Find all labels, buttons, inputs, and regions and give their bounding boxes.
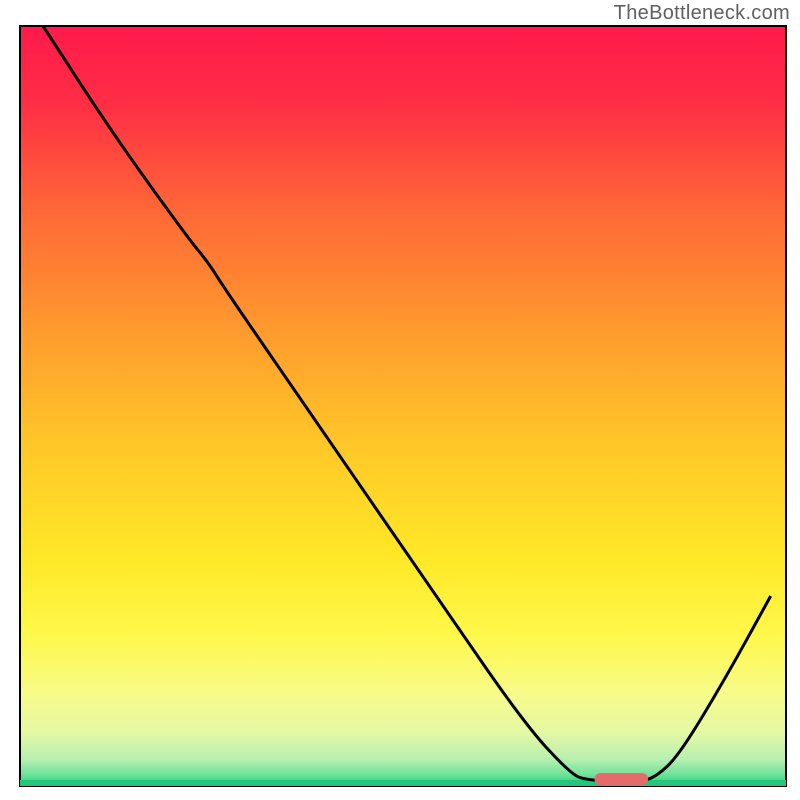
plot-background bbox=[20, 26, 786, 786]
chart-svg bbox=[0, 0, 800, 800]
chart-container: TheBottleneck.com bbox=[0, 0, 800, 800]
watermark-text: TheBottleneck.com bbox=[614, 2, 790, 25]
optimal-marker bbox=[595, 773, 649, 785]
